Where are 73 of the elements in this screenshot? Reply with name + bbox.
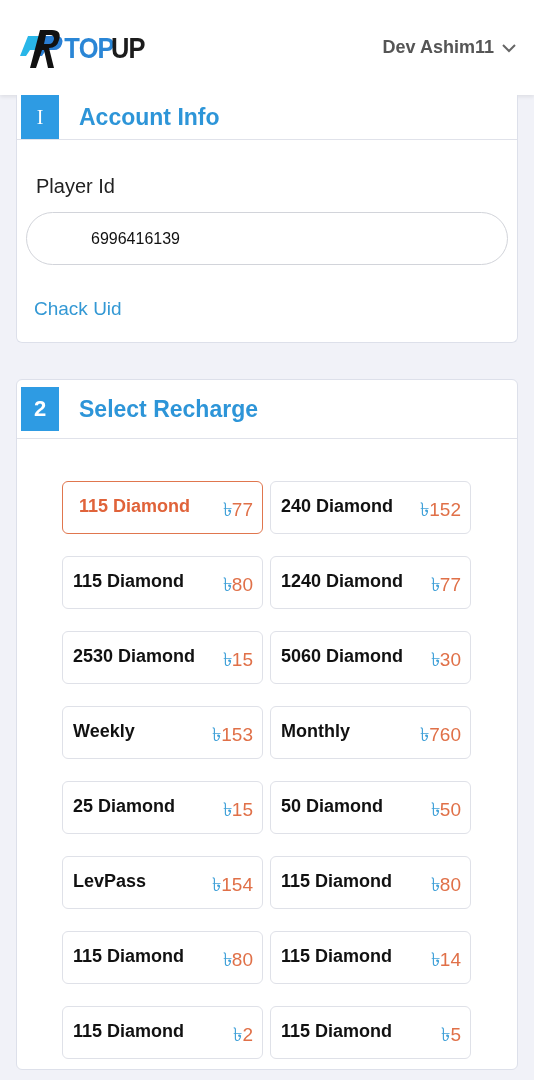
currency-sign: ৳	[212, 724, 222, 745]
currency-sign: ৳	[441, 1024, 451, 1045]
recharge-option[interactable]: Monthly ৳760	[270, 706, 471, 759]
currency-sign: ৳	[430, 649, 440, 670]
recharge-option[interactable]: 115 Diamond ৳14	[270, 931, 471, 984]
option-name: 25 Diamond	[73, 796, 176, 817]
option-name: 2530 Diamond	[73, 646, 196, 667]
currency-sign: ৳	[430, 949, 440, 970]
step-badge: 2	[21, 387, 59, 431]
recharge-option[interactable]: 50 Diamond ৳50	[270, 781, 471, 834]
recharge-option[interactable]: 115 Diamond ৳80	[270, 856, 471, 909]
currency-sign: ৳	[430, 799, 440, 820]
recharge-option[interactable]: 115 Diamond ৳80	[62, 556, 263, 609]
logo-text: TOP	[64, 30, 114, 65]
option-name: 115 Diamond	[73, 946, 185, 967]
recharge-option[interactable]: 115 Diamond ৳5	[270, 1006, 471, 1059]
option-name: 115 Diamond	[73, 571, 185, 592]
option-price: 2	[242, 1024, 253, 1045]
currency-sign: ৳	[222, 574, 232, 595]
option-name: 115 Diamond	[73, 1021, 185, 1042]
option-name: 115 Diamond	[79, 496, 191, 517]
option-name: 115 Diamond	[281, 1021, 393, 1042]
option-price: 15	[231, 649, 253, 670]
option-name: 115 Diamond	[281, 946, 393, 967]
currency-sign: ৳	[430, 574, 440, 595]
option-price: 80	[231, 574, 253, 595]
player-id-field[interactable]: 6996416139	[26, 212, 508, 265]
option-price: 77	[231, 499, 253, 520]
currency-sign: ৳	[212, 874, 222, 895]
option-price: 30	[439, 649, 461, 670]
recharge-option[interactable]: 240 Diamond ৳152	[270, 481, 471, 534]
option-price: 14	[439, 949, 461, 970]
recharge-option[interactable]: 2530 Diamond ৳15	[62, 631, 263, 684]
option-price: 153	[221, 724, 253, 745]
field-label: Player Id	[35, 175, 116, 198]
option-name: 1240 Diamond	[281, 571, 404, 592]
user-menu-button[interactable]: Dev Ashim11	[382, 37, 516, 58]
section-title: Account Info	[79, 103, 220, 131]
currency-sign: ৳	[222, 799, 232, 820]
option-name: Monthly	[281, 721, 350, 742]
option-name: 50 Diamond	[281, 796, 384, 817]
currency-sign: ৳	[222, 499, 232, 520]
recharge-option[interactable]: Weekly ৳153	[62, 706, 263, 759]
currency-sign: ৳	[222, 649, 232, 670]
option-price: 15	[231, 799, 253, 820]
option-price: 5	[450, 1024, 461, 1045]
recharge-option[interactable]: 1240 Diamond ৳77	[270, 556, 471, 609]
currency-sign: ৳	[222, 949, 232, 970]
option-price: 80	[439, 874, 461, 895]
option-name: 115 Diamond	[281, 871, 393, 892]
option-name: 5060 Diamond	[281, 646, 404, 667]
option-price: 50	[439, 799, 461, 820]
chevron-down-icon	[502, 42, 516, 53]
section-title: Select Recharge	[79, 395, 258, 423]
option-price: 152	[429, 499, 461, 520]
option-price: 77	[439, 574, 461, 595]
recharge-option[interactable]: 115 Diamond ৳80	[62, 931, 263, 984]
recharge-option[interactable]: 115 Diamond ৳2	[62, 1006, 263, 1059]
recharge-option[interactable]: 25 Diamond ৳15	[62, 781, 263, 834]
recharge-option[interactable]: LevPass ৳154	[62, 856, 263, 909]
step-badge: I	[21, 95, 59, 139]
logo-text: UP	[111, 30, 145, 65]
option-price: 80	[231, 949, 253, 970]
currency-sign: ৳	[420, 499, 430, 520]
option-name: Weekly	[73, 721, 135, 742]
option-price: 154	[221, 874, 253, 895]
option-name: LevPass	[73, 871, 147, 892]
currency-sign: ৳	[420, 724, 430, 745]
currency-sign: ৳	[233, 1024, 243, 1045]
option-name: 240 Diamond	[281, 496, 394, 517]
currency-sign: ৳	[430, 874, 440, 895]
recharge-option[interactable]: 5060 Diamond ৳30	[270, 631, 471, 684]
option-price: 760	[429, 724, 461, 745]
